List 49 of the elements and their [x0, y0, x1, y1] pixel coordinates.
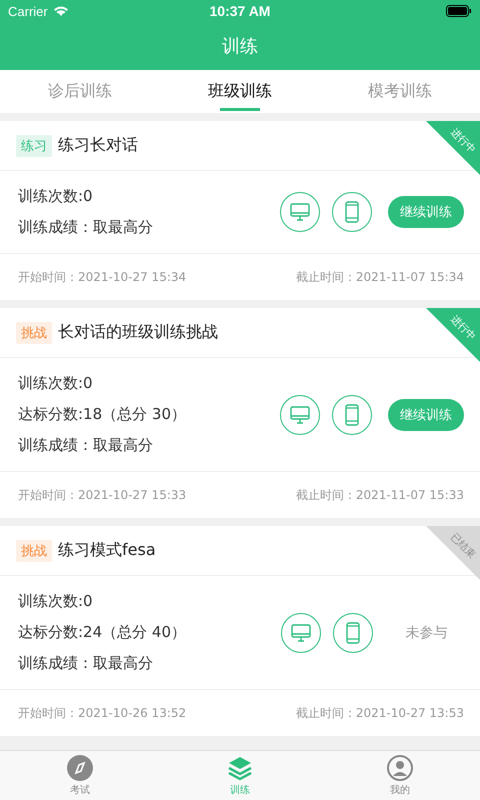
phone-icon	[346, 622, 360, 644]
info-text: 训练成绩：取最高分	[18, 436, 154, 455]
carrier-label: Carrier	[8, 4, 48, 18]
phone-icon	[345, 201, 359, 223]
info-text: 达标分数:18（总分 30）	[18, 405, 187, 424]
page-title: 训练	[222, 35, 258, 58]
battery-icon	[446, 5, 472, 17]
wifi-icon	[52, 5, 69, 17]
bottom-tab[interactable]: 考试	[0, 751, 160, 800]
ribbon-label: 进行中	[447, 312, 478, 344]
continue-button[interactable]: 继续训练	[388, 398, 464, 430]
monitor-icon	[291, 624, 311, 642]
desktop-button[interactable]	[280, 394, 320, 434]
end-time: 截止时间：2021-11-07 15:33	[296, 486, 464, 504]
card-title: 长对话的班级训练挑战	[58, 322, 218, 343]
info-text: 达标分数:24（总分 40）	[18, 623, 187, 642]
bottom-tab[interactable]: 我的	[320, 751, 480, 800]
phone-button[interactable]	[332, 394, 372, 434]
ribbon-label: 已结束	[447, 530, 478, 562]
status-text: 未参与	[404, 624, 448, 642]
info-text: 训练次数:0	[18, 187, 94, 206]
monitor-icon	[290, 406, 310, 424]
info-text: 训练成绩：取最高分	[18, 654, 154, 673]
start-time: 开始时间：2021-10-26 13:52	[18, 704, 186, 722]
start-time: 开始时间：2021-10-27 15:33	[18, 486, 186, 504]
type-tag: 练习	[16, 134, 52, 156]
desktop-button[interactable]	[281, 612, 321, 652]
start-time: 开始时间：2021-10-27 15:34	[18, 268, 186, 286]
type-tag: 挑战	[16, 322, 52, 344]
phone-button[interactable]	[333, 612, 373, 652]
end-time: 截止时间：2021-10-27 13:53	[296, 704, 464, 722]
desktop-button[interactable]	[280, 192, 320, 232]
status-time: 10:37 AM	[210, 3, 270, 19]
info-text: 训练次数:0	[18, 592, 94, 611]
card-title: 练习长对话	[58, 135, 138, 156]
ribbon-label: 进行中	[447, 126, 478, 157]
phone-icon	[345, 404, 359, 426]
card-title: 练习模式fesa	[58, 540, 156, 561]
person-icon	[387, 754, 413, 780]
layers-icon	[227, 754, 253, 780]
continue-button[interactable]: 继续训练	[388, 196, 464, 228]
bottom-tab[interactable]: 训练	[160, 751, 320, 800]
type-tag: 挑战	[16, 540, 52, 562]
info-text: 训练成绩：取最高分	[18, 218, 154, 237]
end-time: 截止时间：2021-11-07 15:34	[296, 268, 464, 286]
compass-icon	[67, 754, 93, 780]
monitor-icon	[290, 203, 310, 221]
phone-button[interactable]	[332, 192, 372, 232]
info-text: 训练次数:0	[18, 374, 94, 393]
